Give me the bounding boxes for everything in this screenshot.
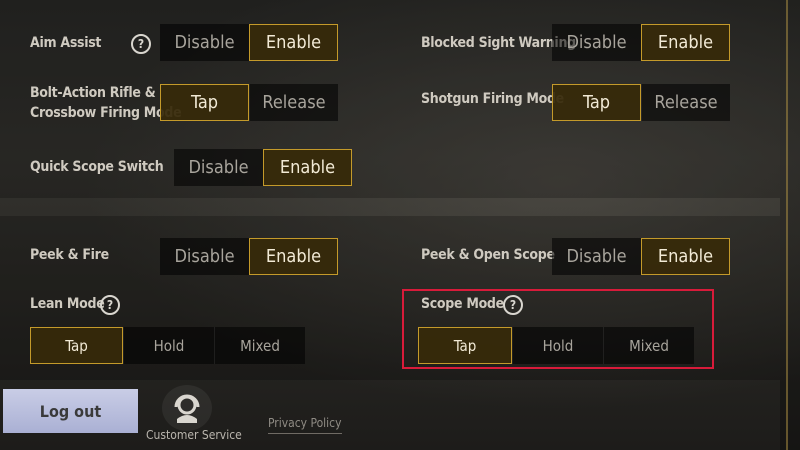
scope-mode-help-icon[interactable]: ? [503,295,523,315]
scope-mode-selector: Tap Hold Mixed [418,327,694,364]
lean-mode-tap-option[interactable]: Tap [30,327,123,364]
blocked-sight-enable-option[interactable]: Enable [641,24,730,61]
aim-assist-toggle: Disable Enable [160,24,338,61]
quick-scope-enable-option[interactable]: Enable [263,149,352,186]
peek-scope-disable-option[interactable]: Disable [552,238,641,275]
customer-service-button[interactable] [162,385,212,431]
scope-mode-label: Scope Mode [421,296,504,312]
quick-scope-switch-toggle: Disable Enable [174,149,352,186]
aim-assist-disable-option[interactable]: Disable [160,24,249,61]
peek-scope-enable-option[interactable]: Enable [641,238,730,275]
scrollbar-track [786,0,788,450]
scrollbar[interactable] [780,0,800,450]
bolt-action-label-line2: Crossbow Firing Mode [30,105,182,121]
bolt-action-release-option[interactable]: Release [249,84,338,121]
bolt-action-tap-option[interactable]: Tap [160,84,249,121]
peek-fire-label: Peek & Fire [30,247,109,263]
lean-mode-mixed-option[interactable]: Mixed [214,327,305,364]
quick-scope-switch-label: Quick Scope Switch [30,159,164,175]
shotgun-firing-toggle: Tap Release [552,84,730,121]
blocked-sight-warning-toggle: Disable Enable [552,24,730,61]
lean-mode-help-icon[interactable]: ? [100,295,120,315]
aim-assist-enable-option[interactable]: Enable [249,24,338,61]
shotgun-tap-option[interactable]: Tap [552,84,641,121]
scope-mode-mixed-option[interactable]: Mixed [603,327,694,364]
peek-fire-disable-option[interactable]: Disable [160,238,249,275]
peek-fire-toggle: Disable Enable [160,238,338,275]
privacy-policy-link[interactable]: Privacy Policy [268,416,342,434]
aim-assist-help-icon[interactable]: ? [131,34,151,54]
peek-fire-enable-option[interactable]: Enable [249,238,338,275]
bolt-action-firing-toggle: Tap Release [160,84,338,121]
logout-button[interactable]: Log out [3,389,138,433]
scope-mode-hold-option[interactable]: Hold [512,327,603,364]
blocked-sight-disable-option[interactable]: Disable [552,24,641,61]
aim-assist-label: Aim Assist [30,35,102,51]
headset-icon [174,394,200,423]
customer-service-label[interactable]: Customer Service [146,428,242,442]
lean-mode-selector: Tap Hold Mixed [30,327,305,364]
shotgun-firing-mode-label: Shotgun Firing Mode [421,91,564,107]
quick-scope-disable-option[interactable]: Disable [174,149,263,186]
lean-mode-hold-option[interactable]: Hold [123,327,214,364]
peek-open-scope-label: Peek & Open Scope [421,247,555,263]
scope-mode-tap-option[interactable]: Tap [418,327,512,364]
lean-mode-label: Lean Mode [30,296,105,312]
shotgun-release-option[interactable]: Release [641,84,730,121]
peek-open-scope-toggle: Disable Enable [552,238,730,275]
bolt-action-label-line1: Bolt-Action Rifle & [30,85,156,101]
